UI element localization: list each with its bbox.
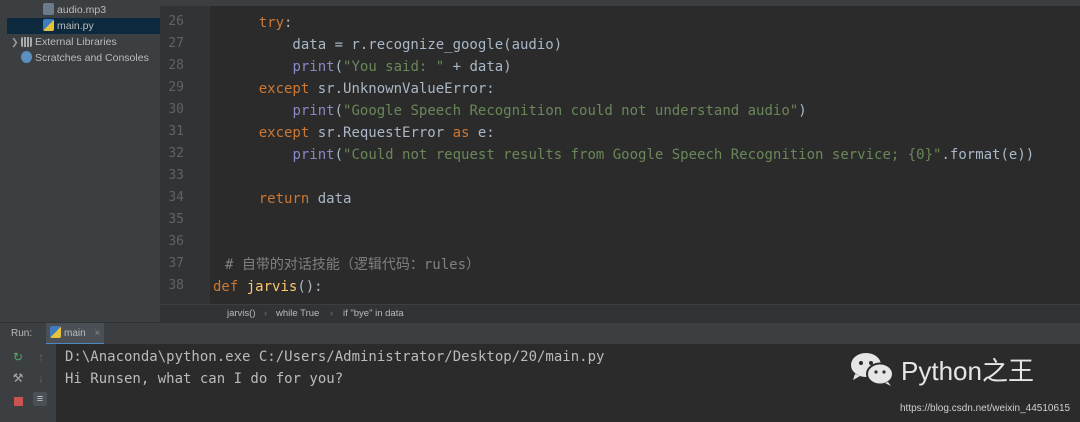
line-number: 37	[168, 256, 184, 271]
code-line: try:	[258, 15, 293, 31]
breadcrumb-item[interactable]: while True	[276, 305, 319, 323]
code-line: except sr.UnknownValueError:	[258, 81, 495, 97]
wrench-icon[interactable]: ⚒	[11, 371, 25, 385]
breadcrumb-item[interactable]: jarvis()	[227, 305, 256, 323]
watermark-url: https://blog.csdn.net/weixin_44510615	[900, 403, 1071, 414]
console-line: Hi Runsen, what can I do for you?	[65, 371, 344, 387]
line-number: 38	[168, 278, 184, 293]
console-line: D:\Anaconda\python.exe C:/Users/Administ…	[65, 349, 605, 365]
chevron-right-icon[interactable]: ❯	[11, 34, 21, 50]
run-panel-header: Run: main ×	[0, 322, 1080, 345]
project-tree-panel: audio.mp3 main.py ❯ External Libraries Sc…	[7, 0, 160, 322]
python-file-icon	[50, 326, 61, 338]
breadcrumb-item[interactable]: if "bye" in data	[343, 305, 404, 323]
line-number: 32	[168, 146, 184, 161]
tree-item-label: main.py	[57, 20, 94, 32]
line-number: 34	[168, 190, 184, 205]
code-line: except sr.RequestError as e:	[258, 125, 495, 141]
tab-label: main	[64, 328, 86, 339]
line-number: 28	[168, 58, 184, 73]
editor-gutter: 26 27 28 29 30 31 32 33 34 35 36 37 38	[160, 6, 223, 304]
line-number: 29	[168, 80, 184, 95]
stop-icon[interactable]	[11, 395, 25, 409]
library-icon	[21, 37, 32, 47]
line-number: 26	[168, 14, 184, 29]
code-line: # 自带的对话技能（逻辑代码：rules）	[225, 257, 481, 273]
tree-item-label: audio.mp3	[57, 4, 107, 16]
arrow-down-icon[interactable]: ↓	[34, 371, 48, 385]
arrow-up-icon[interactable]: ↑	[34, 350, 48, 364]
tree-item-label: Scratches and Consoles	[35, 52, 149, 64]
wechat-icon	[851, 353, 894, 386]
tree-item-external-libraries[interactable]: ❯ External Libraries	[7, 34, 117, 50]
scratches-icon	[21, 51, 32, 63]
line-number: 33	[168, 168, 184, 183]
line-number: 30	[168, 102, 184, 117]
code-line: print("You said: " + data)	[292, 59, 512, 75]
tab-main[interactable]: main ×	[46, 323, 105, 345]
watermark: Python之王	[849, 351, 1034, 387]
soft-wrap-icon[interactable]: ≡	[33, 392, 47, 406]
line-number: 36	[168, 234, 184, 249]
tree-item-label: External Libraries	[35, 36, 117, 48]
run-label: Run:	[11, 328, 33, 339]
breadcrumb-separator-icon: ›	[264, 308, 268, 319]
breadcrumb: jarvis() › while True › if "bye" in data	[160, 304, 1080, 323]
close-icon[interactable]: ×	[94, 328, 100, 339]
code-line: print("Google Speech Recognition could n…	[292, 103, 807, 119]
code-line: def jarvis():	[213, 279, 323, 295]
tree-item-main-py[interactable]: main.py	[7, 18, 160, 34]
breadcrumb-separator-icon: ›	[330, 308, 334, 319]
tree-item-audio[interactable]: audio.mp3	[7, 2, 106, 18]
code-line: data = r.recognize_google(audio)	[225, 37, 563, 53]
code-line: print("Could not request results from Go…	[292, 147, 1035, 163]
line-number: 31	[168, 124, 184, 139]
watermark-brand: Python之王	[901, 355, 1034, 386]
run-toolbar: ↻ ↑ ⚒ ↓ ≡	[0, 344, 56, 422]
line-number: 27	[168, 36, 184, 51]
line-number: 35	[168, 212, 184, 227]
python-file-icon	[43, 19, 54, 31]
tree-item-scratches[interactable]: Scratches and Consoles	[7, 50, 149, 66]
audio-file-icon	[43, 3, 54, 15]
rerun-icon[interactable]: ↻	[11, 350, 25, 364]
code-line: return data	[258, 191, 352, 207]
